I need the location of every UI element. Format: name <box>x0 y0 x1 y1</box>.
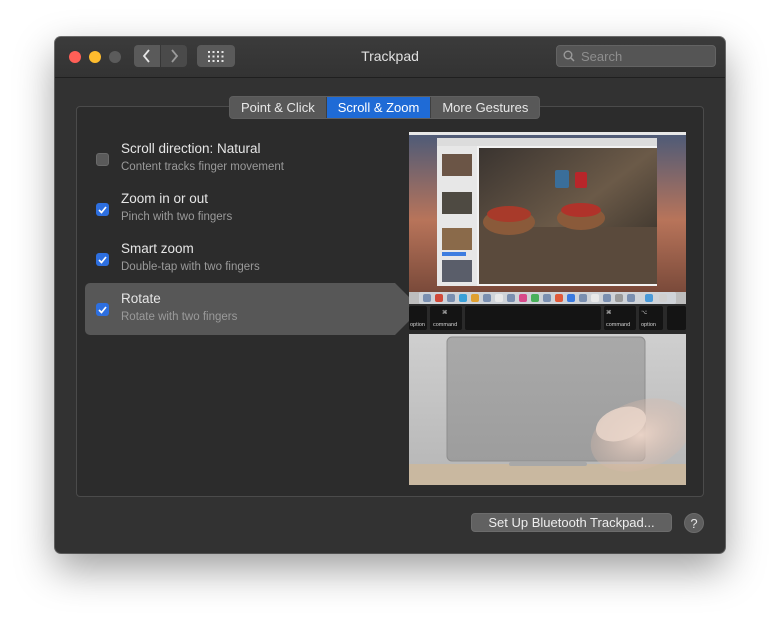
tab-more-gestures[interactable]: More Gestures <box>431 97 539 118</box>
checkmark-icon <box>98 305 107 314</box>
search-field[interactable] <box>556 45 716 67</box>
rotate-checkbox[interactable] <box>96 303 109 316</box>
help-button[interactable]: ? <box>684 513 704 533</box>
gesture-preview-video: option ⌘ command ⌘ command ⌥ option <box>409 132 686 485</box>
title-bar: Trackpad <box>55 37 725 78</box>
checkmark-icon <box>98 255 107 264</box>
zoom-checkbox[interactable] <box>96 203 109 216</box>
option-subtitle: Double-tap with two fingers <box>121 261 260 273</box>
tab-scroll-zoom[interactable]: Scroll & Zoom <box>326 97 432 118</box>
option-subtitle: Content tracks finger movement <box>121 161 284 173</box>
smart-zoom-checkbox[interactable] <box>96 253 109 266</box>
search-icon <box>563 50 575 62</box>
option-title: Smart zoom <box>121 241 194 256</box>
key-option-right-label: option <box>641 322 656 328</box>
option-title: Scroll direction: Natural <box>121 141 261 156</box>
key-command-left-label: command <box>433 322 457 328</box>
key-option-right-symbol: ⌥ <box>641 310 648 316</box>
preview-illustration: option ⌘ command ⌘ command ⌥ option <box>409 132 686 485</box>
scroll-direction-checkbox[interactable] <box>96 153 109 166</box>
key-command-right-symbol: ⌘ <box>606 309 612 316</box>
key-command-left-symbol: ⌘ <box>442 309 448 316</box>
option-subtitle: Pinch with two fingers <box>121 211 233 223</box>
search-input[interactable] <box>579 47 713 65</box>
option-zoom[interactable]: Zoom in or out Pinch with two fingers <box>85 184 395 234</box>
option-title: Rotate <box>121 291 161 306</box>
key-command-right-label: command <box>606 322 630 328</box>
option-title: Zoom in or out <box>121 191 209 206</box>
preferences-window: Trackpad Point & Click Scroll & Zoom Mor… <box>55 37 725 553</box>
setup-bluetooth-trackpad-button[interactable]: Set Up Bluetooth Trackpad... <box>471 513 672 532</box>
option-subtitle: Rotate with two fingers <box>121 311 238 323</box>
checkmark-icon <box>98 205 107 214</box>
option-rotate[interactable]: Rotate Rotate with two fingers <box>85 283 421 335</box>
key-option-left-label: option <box>410 322 425 328</box>
tab-point-click[interactable]: Point & Click <box>230 97 327 118</box>
tab-bar: Point & Click Scroll & Zoom More Gesture… <box>229 96 541 119</box>
option-smart-zoom[interactable]: Smart zoom Double-tap with two fingers <box>85 234 395 284</box>
option-scroll-direction[interactable]: Scroll direction: Natural Content tracks… <box>85 134 395 184</box>
